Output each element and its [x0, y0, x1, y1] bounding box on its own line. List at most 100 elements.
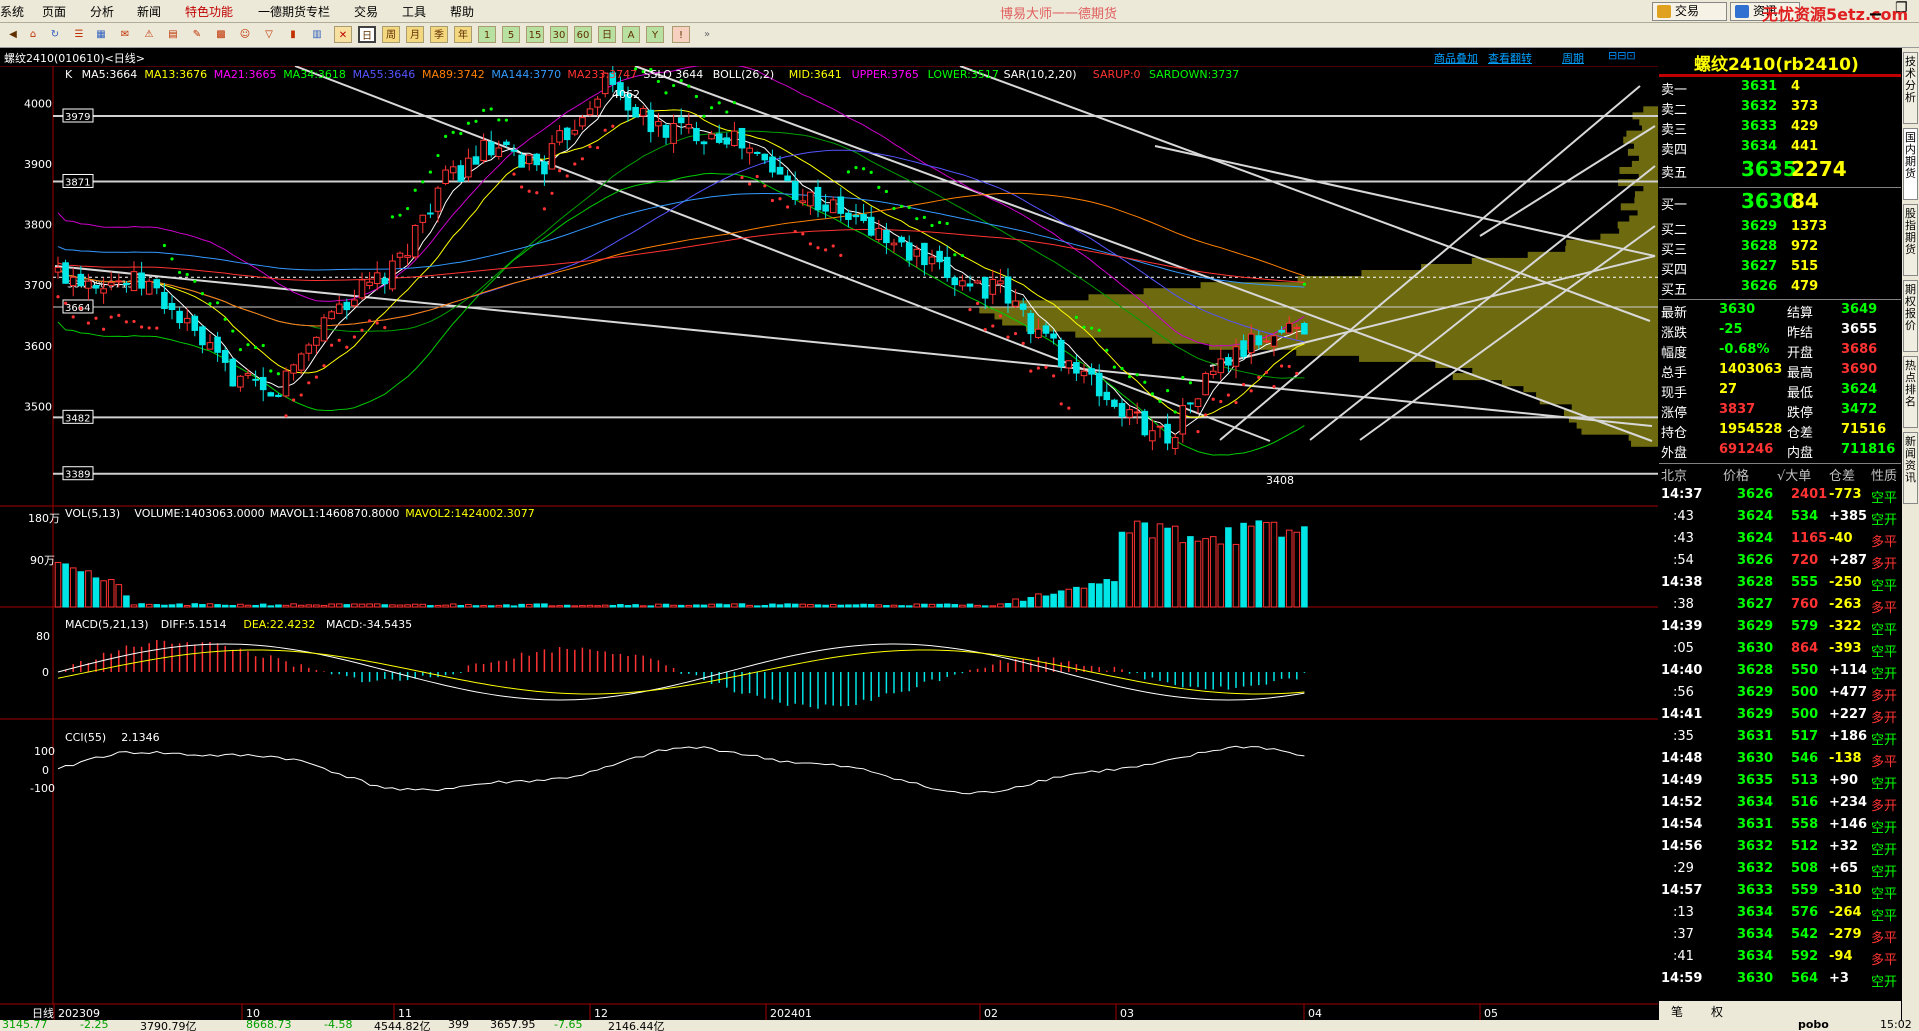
period-60min[interactable]: 60 — [574, 26, 592, 43]
candle-body — [525, 154, 533, 165]
volume-bar — [928, 603, 936, 608]
period-day-icon[interactable]: 日 — [358, 26, 376, 43]
menu-help[interactable]: 帮助 — [450, 3, 474, 20]
period-month[interactable]: 月 — [406, 26, 424, 43]
price-tick-label: 4000 — [24, 97, 52, 110]
volume-bar — [1019, 600, 1027, 608]
layout-icons[interactable]: ⊟⊟⊡ — [1608, 49, 1636, 62]
menu-tools[interactable]: 工具 — [402, 3, 426, 20]
volume-profile-bar — [1629, 215, 1658, 223]
overlay-link[interactable]: 商品叠加 — [1434, 50, 1478, 66]
period-1min[interactable]: 1 — [478, 26, 496, 43]
ask-label: 卖二 — [1661, 103, 1688, 118]
bars-icon[interactable]: ▮ — [284, 26, 302, 43]
tab-ticks[interactable]: 笔 — [1671, 1003, 1683, 1020]
candle-body — [1095, 372, 1103, 397]
volume-profile-bar — [1638, 154, 1658, 162]
sar-dot — [862, 167, 866, 171]
period-5min[interactable]: 5 — [502, 26, 520, 43]
period-year[interactable]: 年 — [454, 26, 472, 43]
mail-icon[interactable]: ✉ — [116, 26, 134, 43]
period-link[interactable]: 周期 — [1562, 50, 1584, 66]
sar-dot — [550, 191, 554, 195]
trade-label: 交易 — [1675, 4, 1700, 18]
kline-chart[interactable]: 3979387136643482338938.20% 3713 40003900… — [0, 66, 1658, 1020]
restore-icon[interactable]: ❐ — [1895, 0, 1908, 16]
tab-hot-rank[interactable]: 热点排名 — [1903, 356, 1918, 428]
info-icon — [1735, 5, 1749, 18]
volume-profile-bar — [1600, 233, 1658, 241]
home-icon[interactable]: ⌂ — [24, 26, 42, 43]
volume-bar — [1073, 586, 1080, 608]
tab-rights[interactable]: 权 — [1711, 1003, 1723, 1020]
volume-bar — [305, 604, 313, 608]
volume-profile-bar — [1501, 379, 1658, 387]
candle-body — [351, 299, 358, 307]
volume-bar — [183, 605, 191, 608]
ask-price: 3631 — [1741, 79, 1778, 94]
tab-news[interactable]: 新闻资讯 — [1903, 432, 1918, 504]
date-label: 202401 — [770, 1007, 812, 1020]
tool-icon[interactable]: ✎ — [188, 26, 206, 43]
period-quarter[interactable]: 季 — [430, 26, 448, 43]
list-icon[interactable]: ☰ — [70, 26, 88, 43]
tab-index-futures[interactable]: 股指期货 — [1903, 204, 1918, 276]
sar-dot — [1173, 410, 1177, 414]
window-icon[interactable]: ▦ — [92, 26, 110, 43]
volume-bar — [639, 605, 647, 608]
period-y[interactable]: Y — [646, 26, 664, 43]
menu-news[interactable]: 新闻 — [137, 3, 161, 20]
stat-value: 3655 — [1841, 322, 1878, 337]
vol-tick-label: 180万 — [28, 512, 60, 525]
tab-options[interactable]: 期权报价 — [1903, 280, 1918, 352]
volume-bar — [776, 604, 784, 608]
flip-link[interactable]: 查看翻转 — [1488, 50, 1532, 66]
chart-icon[interactable]: ▩ — [212, 26, 230, 43]
refresh-icon[interactable]: ↻ — [46, 26, 64, 43]
filter-icon[interactable]: ▽ — [260, 26, 278, 43]
alarm-icon[interactable]: ⚠ — [140, 26, 158, 43]
stat-label: 持仓 — [1661, 426, 1688, 441]
menu-system[interactable]: 系统 — [0, 3, 24, 20]
candle-body — [411, 224, 419, 258]
period-day[interactable]: 日 — [598, 26, 616, 43]
tick-type: 空开 — [1871, 513, 1898, 528]
menu-analysis[interactable]: 分析 — [90, 3, 114, 20]
back-icon[interactable]: ◀ — [4, 26, 22, 43]
period-week[interactable]: 周 — [382, 26, 400, 43]
period-alert[interactable]: ! — [672, 26, 690, 43]
tick-oi-change: +146 — [1829, 817, 1868, 832]
period-15min[interactable]: 15 — [526, 26, 544, 43]
menu-yide-column[interactable]: 一德期货专栏 — [258, 3, 330, 20]
bid-price: 3627 — [1741, 259, 1778, 274]
volume-bar — [1149, 537, 1156, 608]
person-icon[interactable]: ☺ — [236, 26, 254, 43]
menu-special[interactable]: 特色功能 — [185, 3, 233, 20]
volume-bar — [449, 603, 457, 608]
sar-dot — [892, 206, 896, 211]
volume-bar — [107, 579, 115, 608]
more-icon[interactable]: » — [698, 26, 716, 43]
grid-icon[interactable]: ▥ — [308, 26, 326, 43]
sar-dot — [132, 319, 136, 324]
trade-button[interactable]: 交易 — [1652, 2, 1727, 21]
volume-bar — [1035, 593, 1042, 608]
line-tool-icon[interactable]: ✕ — [334, 26, 352, 43]
sar-dot — [945, 221, 949, 226]
volume-bar — [1042, 595, 1050, 608]
tick-volume: 760 — [1791, 597, 1819, 612]
period-a[interactable]: A — [622, 26, 640, 43]
menu-trade[interactable]: 交易 — [354, 3, 378, 20]
ask-label: 卖三 — [1661, 123, 1688, 138]
ask-volume: 4 — [1791, 79, 1801, 94]
tick-type: 多平 — [1871, 953, 1898, 968]
calc-icon[interactable]: ▤ — [164, 26, 182, 43]
minimize-icon[interactable]: ▁ — [1870, 0, 1881, 16]
tab-tech-analysis[interactable]: 技术分析 — [1903, 52, 1918, 124]
status-clock: 15:02 — [1880, 1020, 1912, 1031]
volume-bar — [655, 603, 662, 608]
volume-bars — [54, 520, 1308, 608]
tab-domestic-futures[interactable]: 国内期货 — [1903, 128, 1918, 200]
menu-page[interactable]: 页面 — [42, 3, 66, 20]
period-30min[interactable]: 30 — [550, 26, 568, 43]
